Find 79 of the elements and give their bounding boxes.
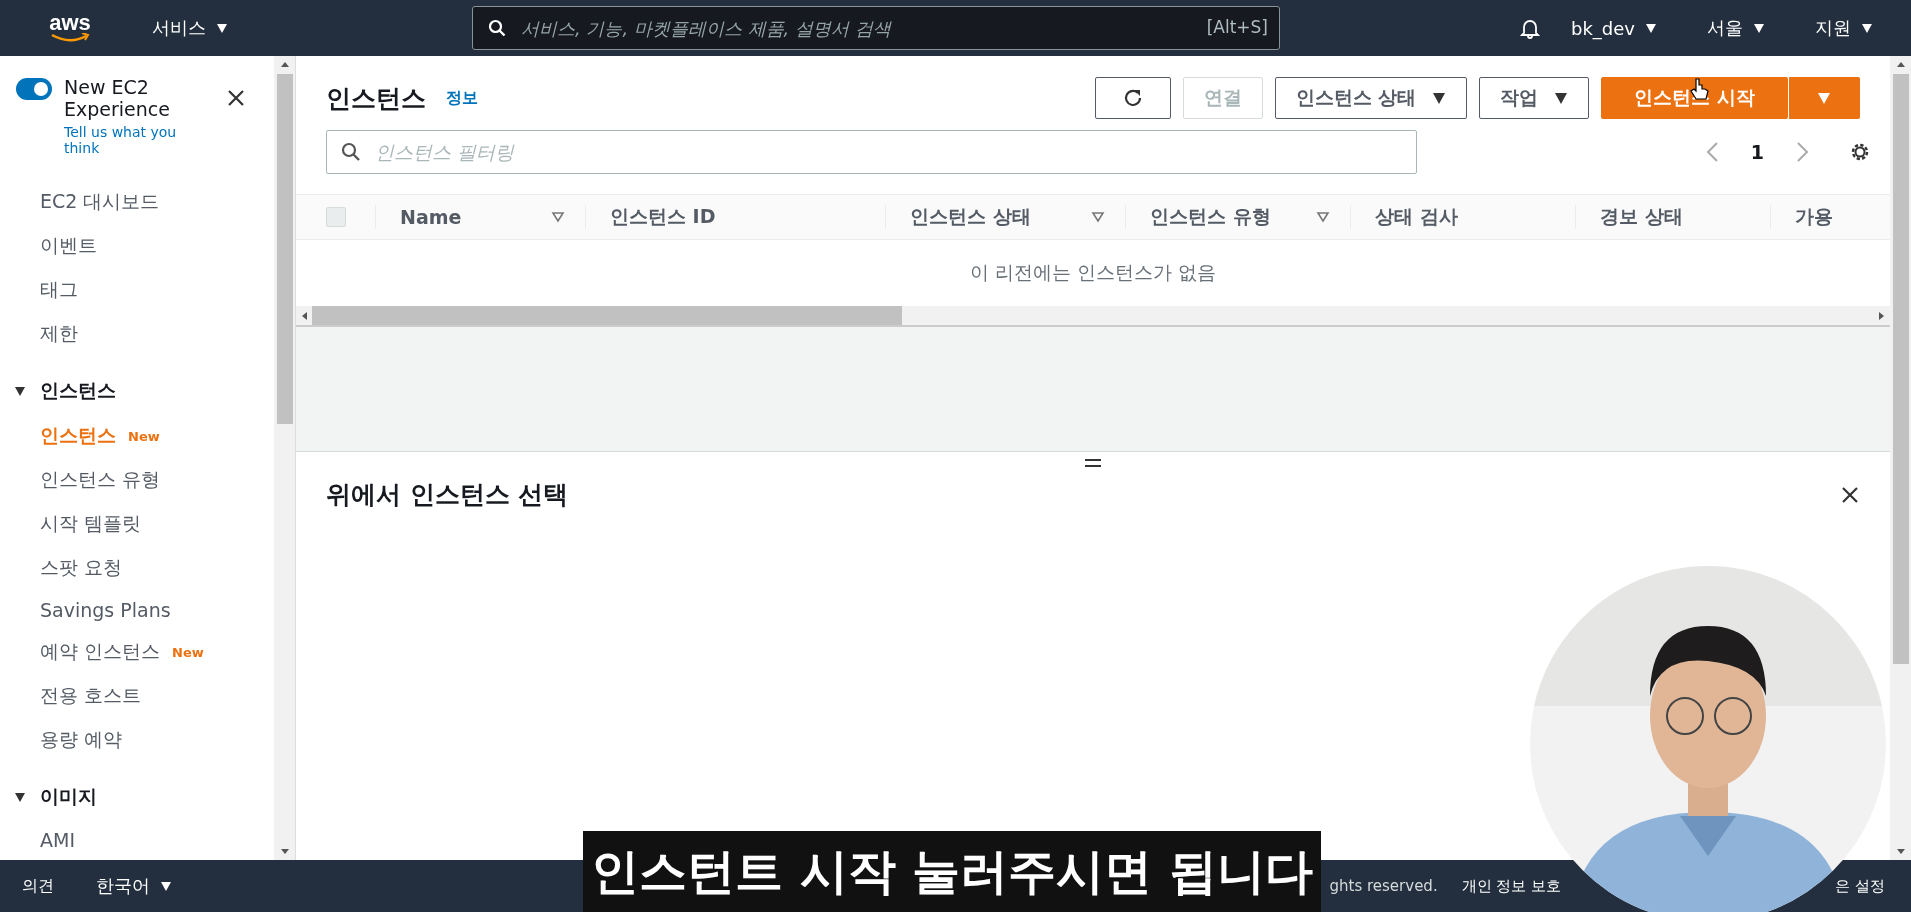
search-icon [488, 19, 506, 37]
sort-icon [551, 211, 565, 223]
empty-message: 이 리전에는 인스턴스가 없음 [968, 260, 1218, 285]
copyright-text: ghts reserved. [1329, 877, 1438, 895]
support-menu[interactable]: 지원 [1809, 15, 1879, 41]
scroll-down-icon [1895, 848, 1906, 856]
column-header[interactable]: 상태 검사 [1375, 204, 1458, 230]
caret-icon [1861, 22, 1873, 34]
column-header[interactable]: 가용 [1795, 204, 1833, 230]
sort-icon [1091, 211, 1105, 223]
services-menu[interactable]: 서비스 [146, 15, 234, 41]
toggle-label: New EC2 Experience [64, 76, 171, 120]
caret-icon [14, 791, 26, 803]
nav-item[interactable]: 예약 인스턴스 [0, 630, 161, 674]
caret-icon [1432, 91, 1447, 105]
search-icon [341, 142, 361, 162]
close-icon [226, 88, 246, 108]
info-link[interactable]: 정보 [446, 87, 478, 109]
caret-icon [216, 22, 228, 34]
nav-item[interactable]: 시작 템플릿 [0, 502, 142, 546]
account-menu[interactable]: bk_dev [1565, 16, 1663, 40]
scroll-up-icon [1895, 60, 1906, 68]
column-header[interactable]: 인스턴스 상태 [910, 204, 1031, 230]
bell-icon [1519, 17, 1541, 39]
nav-item[interactable]: 인스턴스 유형 [0, 458, 161, 502]
nav-item[interactable]: 태그 [0, 268, 78, 312]
region-menu[interactable]: 서울 [1701, 15, 1771, 41]
subtitle-caption: 인스턴트 시작 눌러주시면 됩니다 [583, 831, 1321, 912]
column-header[interactable]: 인스턴스 유형 [1150, 204, 1271, 230]
scroll-down-icon [279, 848, 290, 856]
dropdown-button[interactable]: 작업 [1479, 77, 1590, 119]
nav-item[interactable]: 용량 예약 [0, 718, 123, 762]
new-label: New [128, 428, 160, 444]
section-header[interactable]: 이미지 [0, 762, 274, 820]
nav-item[interactable]: AMI [0, 820, 75, 860]
feedback-link[interactable]: 의견 [22, 875, 54, 897]
page-number[interactable]: 1 [1750, 141, 1764, 163]
feedback-link[interactable]: Tell us what you think [64, 124, 214, 156]
nav-item[interactable]: 스팟 요청 [0, 546, 123, 590]
shortcut-hint: [Alt+S] [1206, 17, 1268, 37]
language-menu[interactable]: 한국어 [90, 873, 178, 899]
new-label: New [172, 644, 204, 660]
caret-icon [1817, 91, 1831, 105]
smile-icon [50, 33, 90, 43]
nav-item[interactable]: EC2 대시보드 [0, 180, 160, 224]
caret-icon [1753, 22, 1765, 34]
filter-field[interactable]: 인스턴스 필터링 [326, 130, 1417, 174]
resize-handle-icon [1084, 458, 1102, 468]
launch-menu-button[interactable] [1788, 77, 1860, 119]
caret-icon [1554, 91, 1569, 105]
scrollbar[interactable] [274, 56, 295, 860]
nav-item[interactable]: 제한 [0, 312, 78, 356]
refresh-button[interactable] [1094, 77, 1171, 119]
column-header[interactable]: Name [400, 206, 462, 228]
nav-item[interactable]: 전용 호스트 [0, 674, 142, 718]
section-header[interactable]: 인스턴스 [0, 356, 274, 414]
toggle-switch[interactable] [16, 78, 52, 100]
chevron-right-icon [1796, 141, 1810, 163]
privacy-link[interactable]: 개인 정보 보호 [1461, 876, 1562, 896]
column-header[interactable]: 인스턴스 ID [610, 204, 716, 230]
dropdown-button[interactable]: 인스턴스 상태 [1274, 77, 1468, 119]
select-all-checkbox[interactable] [325, 207, 346, 227]
scrollbar[interactable] [296, 306, 1890, 327]
page-title: 인스턴스 [326, 82, 426, 115]
aws-logo[interactable]: aws [46, 13, 94, 43]
nav-item[interactable]: 이벤트 [0, 224, 97, 268]
close-icon [1840, 484, 1860, 505]
caret-icon [14, 385, 26, 397]
panel-title: 위에서 인스턴스 선택 [326, 479, 569, 511]
column-header[interactable]: 경보 상태 [1600, 204, 1683, 230]
scroll-up-icon [279, 60, 290, 68]
settings-link[interactable]: 은 설정 [1835, 876, 1885, 896]
nav-item[interactable]: Savings Plans [0, 590, 171, 630]
caret-icon [1645, 22, 1657, 34]
caret-icon [160, 880, 172, 892]
scroll-right-icon [1878, 310, 1886, 321]
scroll-left-icon [300, 310, 308, 321]
sort-icon [1316, 211, 1330, 223]
chevron-left-icon [1704, 141, 1719, 163]
